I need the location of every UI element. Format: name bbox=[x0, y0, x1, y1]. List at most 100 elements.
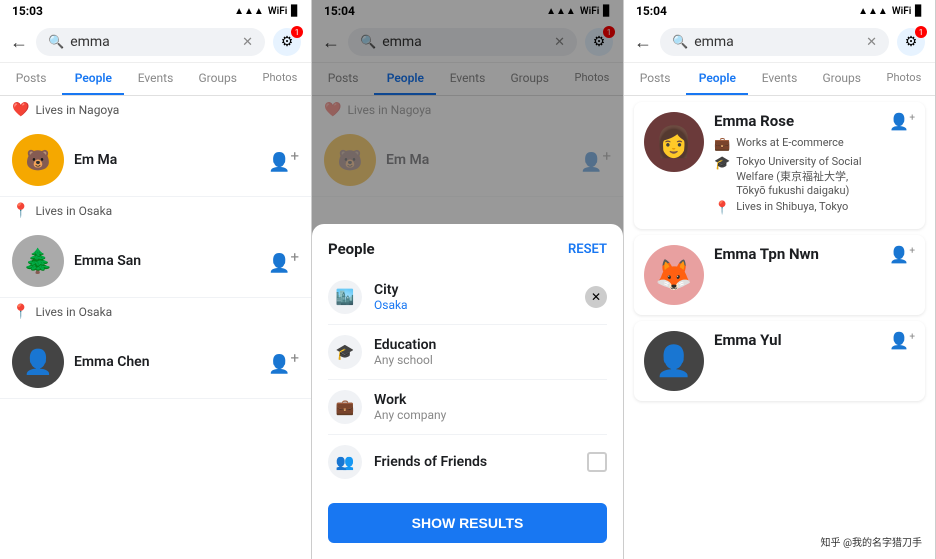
status-icons-3: ▲▲▲ WiFi ▊ bbox=[858, 6, 923, 17]
clear-icon-1[interactable]: ✕ bbox=[242, 35, 253, 50]
work-value: Any company bbox=[374, 408, 446, 422]
work-icon-rose: 💼 bbox=[714, 137, 730, 152]
person-emma-chen-1[interactable]: 👤 Emma Chen 👤+ bbox=[0, 326, 311, 399]
osaka-label-1: Lives in Osaka bbox=[35, 204, 112, 218]
add-friend-emma-tpn[interactable]: 👤+ bbox=[889, 245, 915, 264]
person-em-ma-1[interactable]: 🐻 Em Ma 👤+ bbox=[0, 124, 311, 197]
panel-2: 15:04 ▲▲▲ WiFi ▊ ← 🔍 emma ✕ ⚙ 1 Posts Pe… bbox=[312, 0, 624, 559]
work-emma-rose: 💼 Works at E-commerce bbox=[714, 136, 879, 152]
loc-icon-3: 📍 bbox=[12, 304, 29, 320]
time-3: 15:04 bbox=[636, 4, 667, 18]
filter-work[interactable]: 💼 Work Any company bbox=[328, 380, 607, 435]
overlay-2: People RESET 🏙️ City Osaka ✕ 🎓 Education… bbox=[312, 0, 623, 559]
education-value: Any school bbox=[374, 353, 436, 367]
filter-education[interactable]: 🎓 Education Any school bbox=[328, 325, 607, 380]
work-text-rose: Works at E-commerce bbox=[736, 136, 844, 149]
info-emma-rose: Emma Rose 💼 Works at E-commerce 🎓 Tokyo … bbox=[714, 112, 879, 219]
people-cards-3: 👩 Emma Rose 💼 Works at E-commerce 🎓 Toky… bbox=[624, 96, 935, 559]
bottom-sheet-2: People RESET 🏙️ City Osaka ✕ 🎓 Education… bbox=[312, 224, 623, 559]
show-results-button[interactable]: SHOW RESULTS bbox=[328, 503, 607, 543]
add-friend-emma-san-1[interactable]: 👤+ bbox=[268, 248, 299, 274]
loc-emma-rose: 📍 Lives in Shibuya, Tokyo bbox=[714, 200, 879, 216]
education-icon: 🎓 bbox=[328, 335, 362, 369]
avatar-emma-yul: 👤 bbox=[644, 331, 704, 391]
friends-icon: 👥 bbox=[328, 445, 362, 479]
people-list-1: ❤️ Lives in Nagoya 🐻 Em Ma 👤+ 📍 Lives in… bbox=[0, 96, 311, 559]
tabs-1: Posts People Events Groups Photos bbox=[0, 63, 311, 96]
status-bar-1: 15:03 ▲▲▲ WiFi ▊ bbox=[0, 0, 311, 22]
avatar-emma-rose: 👩 bbox=[644, 112, 704, 172]
city-filter-info: City Osaka bbox=[374, 282, 408, 312]
city-label: City bbox=[374, 282, 408, 298]
battery-icon-3: ▊ bbox=[915, 6, 923, 17]
notif-symbol-1: ⚙ bbox=[281, 34, 294, 50]
notification-icon-1[interactable]: ⚙ 1 bbox=[273, 28, 301, 56]
avatar-emma-chen-1: 👤 bbox=[12, 336, 64, 388]
tab-events-3[interactable]: Events bbox=[748, 63, 810, 95]
name-emma-tpn: Emma Tpn Nwn bbox=[714, 245, 879, 263]
nagoya-label-1: Lives in Nagoya bbox=[35, 103, 119, 117]
name-emma-yul: Emma Yul bbox=[714, 331, 879, 349]
panel-1: 15:03 ▲▲▲ WiFi ▊ ← 🔍 emma ✕ ⚙ 1 Posts Pe… bbox=[0, 0, 312, 559]
wifi-icon: WiFi bbox=[268, 6, 287, 17]
card-header-emma-yul: 👤 Emma Yul 👤+ bbox=[644, 331, 915, 391]
add-friend-emma-chen-1[interactable]: 👤+ bbox=[268, 349, 299, 375]
search-bar-3: ← 🔍 emma ✕ ⚙ 1 bbox=[624, 22, 935, 63]
city-icon: 🏙️ bbox=[328, 280, 362, 314]
card-header-emma-tpn: 🦊 Emma Tpn Nwn 👤+ bbox=[644, 245, 915, 305]
notif-badge-3: 1 bbox=[915, 26, 927, 38]
time-1: 15:03 bbox=[12, 4, 43, 18]
status-icons-1: ▲▲▲ WiFi ▊ bbox=[234, 6, 299, 17]
info-emma-yul: Emma Yul bbox=[714, 331, 879, 355]
back-button-1[interactable]: ← bbox=[10, 32, 28, 53]
loc-text-rose: Lives in Shibuya, Tokyo bbox=[736, 200, 848, 213]
wifi-icon-3: WiFi bbox=[892, 6, 911, 17]
location-tag-osaka-2: 📍 Lives in Osaka bbox=[0, 298, 311, 326]
notif-badge-1: 1 bbox=[291, 26, 303, 38]
search-wrapper-3[interactable]: 🔍 emma ✕ bbox=[660, 28, 889, 56]
friends-label: Friends of Friends bbox=[374, 454, 487, 470]
card-emma-yul[interactable]: 👤 Emma Yul 👤+ bbox=[634, 321, 925, 401]
name-emma-san-1: Emma San bbox=[74, 253, 258, 269]
city-close-button[interactable]: ✕ bbox=[585, 286, 607, 308]
back-button-3[interactable]: ← bbox=[634, 32, 652, 53]
status-bar-3: 15:04 ▲▲▲ WiFi ▊ bbox=[624, 0, 935, 22]
bottom-sheet-title: People RESET bbox=[328, 240, 607, 258]
work-label: Work bbox=[374, 392, 446, 408]
location-tag-nagoya-1: ❤️ Lives in Nagoya bbox=[0, 96, 311, 124]
city-value: Osaka bbox=[374, 298, 408, 312]
tab-groups-3[interactable]: Groups bbox=[811, 63, 873, 95]
education-label: Education bbox=[374, 337, 436, 353]
tab-groups-1[interactable]: Groups bbox=[187, 63, 249, 95]
add-friend-emma-rose[interactable]: 👤+ bbox=[889, 112, 915, 131]
add-friend-em-ma-1[interactable]: 👤+ bbox=[268, 147, 299, 173]
work-icon: 💼 bbox=[328, 390, 362, 424]
friends-checkbox[interactable] bbox=[587, 452, 607, 472]
card-emma-tpn[interactable]: 🦊 Emma Tpn Nwn 👤+ bbox=[634, 235, 925, 315]
tab-photos-1[interactable]: Photos bbox=[249, 63, 311, 95]
filter-friends-of-friends[interactable]: 👥 Friends of Friends bbox=[328, 435, 607, 489]
edu-icon-rose: 🎓 bbox=[714, 156, 730, 171]
clear-icon-3[interactable]: ✕ bbox=[866, 35, 877, 50]
reset-button[interactable]: RESET bbox=[568, 242, 607, 257]
panel-3: 15:04 ▲▲▲ WiFi ▊ ← 🔍 emma ✕ ⚙ 1 Posts Pe… bbox=[624, 0, 936, 559]
search-wrapper-1[interactable]: 🔍 emma ✕ bbox=[36, 28, 265, 56]
notification-icon-3[interactable]: ⚙ 1 bbox=[897, 28, 925, 56]
avatar-emma-tpn: 🦊 bbox=[644, 245, 704, 305]
search-bar-1: ← 🔍 emma ✕ ⚙ 1 bbox=[0, 22, 311, 63]
work-filter-info: Work Any company bbox=[374, 392, 446, 422]
tab-photos-3[interactable]: Photos bbox=[873, 63, 935, 95]
person-emma-san-1[interactable]: 🌲 Emma San 👤+ bbox=[0, 225, 311, 298]
tab-posts-3[interactable]: Posts bbox=[624, 63, 686, 95]
filter-city[interactable]: 🏙️ City Osaka ✕ bbox=[328, 270, 607, 325]
watermark: 知乎 @我的名字猎刀手 bbox=[816, 532, 927, 551]
tab-events-1[interactable]: Events bbox=[124, 63, 186, 95]
tab-people-1[interactable]: People bbox=[62, 63, 124, 95]
education-filter-info: Education Any school bbox=[374, 337, 436, 367]
avatar-emma-san-1: 🌲 bbox=[12, 235, 64, 287]
tab-posts-1[interactable]: Posts bbox=[0, 63, 62, 95]
signal-icon: ▲▲▲ bbox=[234, 6, 264, 17]
add-friend-emma-yul[interactable]: 👤+ bbox=[889, 331, 915, 350]
card-emma-rose[interactable]: 👩 Emma Rose 💼 Works at E-commerce 🎓 Toky… bbox=[634, 102, 925, 229]
tab-people-3[interactable]: People bbox=[686, 63, 748, 95]
